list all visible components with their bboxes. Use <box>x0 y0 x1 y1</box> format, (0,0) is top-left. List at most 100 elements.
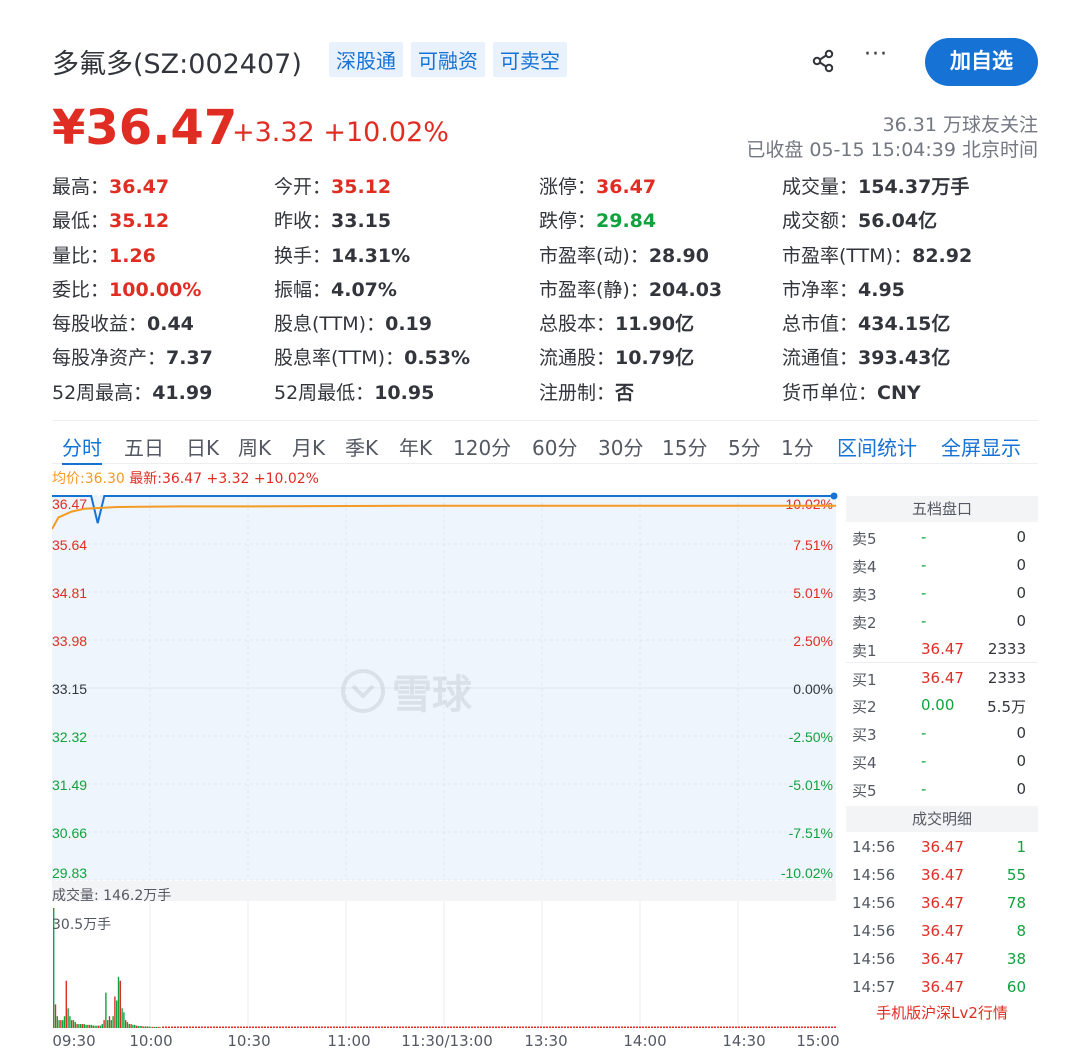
volume-bar <box>198 1026 200 1028</box>
tag-short[interactable]: 可卖空 <box>493 42 567 77</box>
quote-label: 总市值： <box>782 313 859 336</box>
volume-bar <box>684 1026 686 1028</box>
volume-bar <box>525 1026 527 1028</box>
y-tick-label: 30.66 <box>52 825 87 841</box>
tab-6[interactable]: 年K <box>399 432 432 461</box>
tab-4[interactable]: 月K <box>292 432 325 461</box>
tab-9[interactable]: 30分 <box>598 432 643 461</box>
volume-bar <box>228 1026 230 1028</box>
volume-bar <box>810 1026 812 1028</box>
volume-bar <box>756 1026 758 1028</box>
tab-1[interactable]: 五日 <box>124 432 164 461</box>
stock-tags: 深股通 可融资 可卖空 <box>329 42 567 77</box>
volume-bar <box>189 1026 191 1028</box>
volume-bar <box>576 1026 578 1028</box>
volume-bar <box>600 1026 602 1028</box>
volume-bar <box>71 1020 73 1028</box>
more-icon[interactable]: ··· <box>864 42 888 67</box>
volume-bar <box>570 1026 572 1028</box>
volume-bar <box>621 1026 623 1028</box>
quote-row: 52周最高：41.99 52周最低：10.95 注册制：否 货币单位：CNY <box>52 378 1012 412</box>
tab-7[interactable]: 120分 <box>453 432 511 461</box>
quote-label: 市盈率(静)： <box>539 278 649 301</box>
volume-bar <box>146 1026 148 1028</box>
volume-bar <box>630 1026 632 1028</box>
quote-grid: 最高：36.47 今开：35.12 涨停：36.47 成交量：154.37万手 最低：3… <box>52 172 1012 412</box>
range-stats-link[interactable]: 区间统计 <box>837 432 917 461</box>
volume-bar <box>159 1026 161 1028</box>
intraday-chart[interactable]: 36.4735.6434.8133.9833.1532.3231.4930.66… <box>52 488 844 1028</box>
volume-bar <box>450 1026 452 1028</box>
volume-bar <box>804 1026 806 1028</box>
volume-bar <box>711 1026 713 1028</box>
quote-row: 每股收益：0.44 股息(TTM)：0.19 总股本：11.90亿 总市值：434.1… <box>52 309 1012 343</box>
volume-bar <box>192 1026 194 1028</box>
volume-bar <box>693 1026 695 1028</box>
volume-bar <box>83 1024 85 1028</box>
tab-12[interactable]: 1分 <box>781 432 814 461</box>
volume-bar <box>516 1026 518 1028</box>
order-level: 买4 <box>852 754 877 772</box>
quote-cell: 委比：100.00% <box>52 275 201 302</box>
quote-value: 10.79亿 <box>615 347 695 370</box>
tab-0[interactable]: 分时 <box>62 432 102 465</box>
volume-bar <box>405 1026 407 1028</box>
y-tick-label-pct: -7.51% <box>789 825 833 841</box>
tab-2[interactable]: 日K <box>186 432 219 461</box>
volume-bar <box>729 1026 731 1028</box>
quote-cell: 换手：14.31% <box>274 241 410 268</box>
add-watchlist-button[interactable]: 加自选 <box>925 38 1038 86</box>
tab-8[interactable]: 60分 <box>532 432 577 461</box>
volume-bar <box>234 1026 236 1028</box>
tab-11[interactable]: 5分 <box>728 432 761 461</box>
last-price-dot <box>830 492 838 500</box>
tab-3[interactable]: 周K <box>238 432 271 461</box>
share-icon[interactable] <box>810 48 836 74</box>
volume-bar <box>765 1026 767 1028</box>
lv2-link[interactable]: 手机版沪深Lv2行情 <box>846 1000 1038 1026</box>
volume-bar <box>627 1026 629 1028</box>
tab-10[interactable]: 15分 <box>662 432 707 461</box>
volume-bar <box>309 1026 311 1028</box>
quote-value: 14.31% <box>331 244 411 267</box>
fullscreen-link[interactable]: 全屏显示 <box>941 432 1021 461</box>
tag-shengutong[interactable]: 深股通 <box>329 42 403 77</box>
quote-label: 股息率(TTM)： <box>274 347 405 370</box>
volume-bar <box>741 1026 743 1028</box>
volume-bar <box>237 1026 239 1028</box>
quote-value: 154.37万手 <box>858 176 970 198</box>
quote-row: 量比：1.26 换手：14.31% 市盈率(动)：28.90 市盈率(TTM)：82.… <box>52 241 1012 275</box>
order-level: 买1 <box>852 671 877 689</box>
volume-bar <box>85 1024 87 1028</box>
quote-label: 最低： <box>52 210 110 233</box>
volume-bar <box>696 1026 698 1028</box>
volume-bar <box>555 1026 557 1028</box>
volume-bar <box>750 1026 752 1028</box>
tag-margin[interactable]: 可融资 <box>411 42 485 77</box>
volume-bar <box>786 1026 788 1028</box>
quote-value: 1.26 <box>109 244 156 267</box>
order-volume: 2333 <box>987 640 1026 658</box>
volume-bar <box>270 1026 272 1028</box>
volume-bar <box>429 1026 431 1028</box>
volume-bar <box>174 1026 176 1028</box>
quote-label: 52周最低： <box>274 381 375 404</box>
volume-bar <box>513 1026 515 1028</box>
volume-bar <box>675 1026 677 1028</box>
quote-label: 跌停： <box>539 210 597 233</box>
tab-5[interactable]: 季K <box>345 432 378 461</box>
volume-bar <box>546 1026 548 1028</box>
volume-bar <box>360 1026 362 1028</box>
volume-bar <box>447 1026 449 1028</box>
volume-bar <box>759 1026 761 1028</box>
market-status: 已收盘 05-15 15:04:39 北京时间 <box>746 139 1038 161</box>
trade-time: 14:56 <box>852 922 896 940</box>
y-tick-label-pct: 2.50% <box>793 633 833 649</box>
volume-bar <box>267 1026 269 1028</box>
quote-label: 市盈率(TTM)： <box>782 244 913 267</box>
x-tick-label: 14:30 <box>722 1032 766 1050</box>
volume-bar <box>285 1026 287 1028</box>
quote-cell: 货币单位：CNY <box>782 378 921 405</box>
volume-bar <box>819 1026 821 1028</box>
volume-bar <box>121 1008 123 1028</box>
